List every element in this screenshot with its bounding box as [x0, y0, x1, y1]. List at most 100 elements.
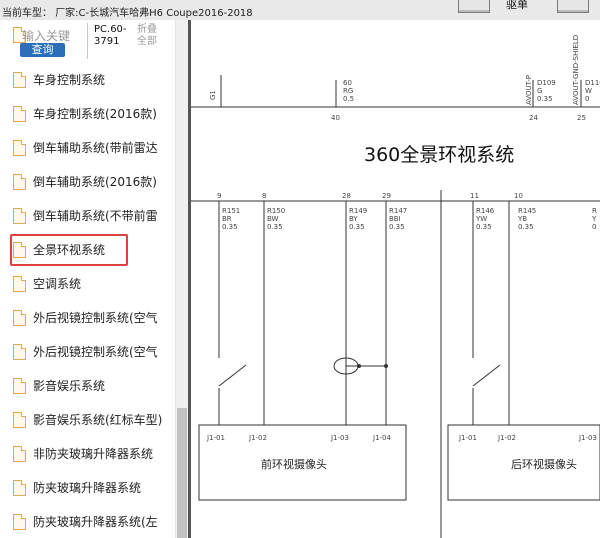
list-item[interactable]: 倒车辅助系统(2016款) — [0, 164, 175, 198]
box-right-pin-j1-01: J1-01 — [458, 434, 477, 442]
file-icon — [13, 276, 26, 292]
list-item-label: 倒车辅助系统(不带前雷 — [33, 209, 158, 223]
wire-r151-size: 0.35 — [222, 223, 238, 231]
top-label-avout-p: AVOUT-P — [525, 75, 533, 105]
list-item[interactable]: 外后视镜控制系统(空气 — [0, 334, 175, 368]
top-wire-d110-color: W — [585, 87, 592, 95]
pc-code: PC.60- 3791 — [94, 24, 127, 48]
wire-r145-code: R145 — [518, 207, 536, 215]
search-area: 输入关键 查询 PC.60- 3791 折叠 全部 — [0, 20, 175, 62]
list-item-label: 倒车辅助系统(带前雷达 — [33, 141, 158, 155]
pin-28: 28 — [342, 192, 351, 200]
list-item-label: 车身控制系统 — [33, 73, 106, 87]
list-item[interactable]: 外后视镜控制系统(空气 — [0, 300, 175, 334]
top-pin-24: 24 — [529, 114, 538, 122]
wiring-diagram: G1 60 RG 0.5 AVOUT-P AVOUT-GND-SHIELD D1… — [191, 20, 600, 538]
wire-r151-code: R151 — [222, 207, 240, 215]
list-item-label: 防夹玻璃升降器系统(左 — [33, 515, 158, 529]
list-item-label: 外后视镜控制系统(空气 — [33, 311, 158, 325]
wire-r145-color: YB — [517, 215, 527, 223]
wire-r151-color: BR — [222, 215, 232, 223]
wire-r146-color: YW — [475, 215, 487, 223]
file-icon — [13, 208, 26, 224]
wire-r150-code: R150 — [267, 207, 285, 215]
list-item[interactable]: 影音娱乐系统(红标车型) — [0, 402, 175, 436]
top-label-avout-gnd: AVOUT-GND-SHIELD — [572, 35, 580, 105]
top-wire-size: 0.5 — [343, 95, 354, 103]
wire-partial-code: R — [592, 207, 597, 215]
top-pin-40: 40 — [331, 114, 340, 122]
file-icon — [13, 174, 26, 190]
wire-r146-code: R146 — [476, 207, 495, 215]
divider — [87, 23, 88, 59]
wire-r147-size: 0.35 — [389, 223, 405, 231]
list-item[interactable]: 车身控制系统(2016款) — [0, 96, 175, 130]
front-camera-label: 前环视摄像头 — [261, 457, 327, 471]
file-icon — [13, 514, 26, 530]
pc-code-line1: PC.60- — [94, 24, 127, 35]
wire-partial-color: Y — [591, 215, 597, 223]
top-wire-d110-num: D110 — [585, 79, 600, 87]
search-input[interactable]: 输入关键 — [22, 27, 70, 44]
toolbar-button-2[interactable] — [557, 0, 589, 13]
box-right-pin-j1-03: J1-03 — [578, 434, 597, 442]
scrollbar[interactable] — [175, 20, 188, 538]
box-left-pin-j1-01: J1-01 — [206, 434, 225, 442]
wire-partial-size: 0 — [592, 223, 596, 231]
file-icon — [13, 140, 26, 156]
list-item[interactable]: 全景环视系统 — [0, 232, 175, 266]
list-item-label: 外后视镜控制系统(空气 — [33, 345, 158, 359]
list-item[interactable]: 倒车辅助系统(不带前雷 — [0, 198, 175, 232]
wire-r149-color: BY — [349, 215, 358, 223]
pin-9: 9 — [217, 192, 221, 200]
fold-line1: 折叠 — [137, 24, 157, 35]
rear-camera-label: 后环视摄像头 — [511, 457, 577, 471]
diagram-title: 360全景环视系统 — [364, 144, 514, 166]
sidebar: 输入关键 查询 PC.60- 3791 折叠 全部 车身控制系统车身控制系统(201… — [0, 20, 188, 538]
file-icon — [13, 72, 26, 88]
box-left-pin-j1-02: J1-02 — [248, 434, 267, 442]
wire-r150-size: 0.35 — [267, 223, 283, 231]
list-item-label: 非防夹玻璃升降器系统 — [33, 447, 154, 461]
file-icon — [13, 446, 26, 462]
system-list: 车身控制系统车身控制系统(2016款) 倒车辅助系统(带前雷达 倒车辅助系统(201… — [0, 62, 175, 538]
list-item-label: 影音娱乐系统 — [33, 379, 106, 393]
fold-all-button[interactable]: 折叠 全部 — [137, 24, 157, 48]
pin-11: 11 — [470, 192, 479, 200]
pin-10: 10 — [514, 192, 523, 200]
wire-r150-color: BW — [267, 215, 279, 223]
pin-8: 8 — [262, 192, 266, 200]
wire-r146-size: 0.35 — [476, 223, 492, 231]
toolbar-button[interactable] — [458, 0, 490, 13]
top-pin-25: 25 — [577, 114, 586, 122]
box-left-pin-j1-04: J1-04 — [372, 434, 391, 442]
wire-r147-color: BBI — [389, 215, 401, 223]
fold-line2: 全部 — [137, 36, 157, 47]
list-item-label: 倒车辅助系统(2016款) — [33, 175, 157, 189]
query-button[interactable]: 查询 — [20, 43, 65, 57]
list-item-label: 影音娱乐系统(红标车型) — [33, 413, 163, 427]
list-item-label: 防夹玻璃升降器系统 — [33, 481, 142, 495]
list-item-label: 车身控制系统(2016款) — [33, 107, 157, 121]
top-wire-d110-size: 0 — [585, 95, 589, 103]
list-item[interactable]: 非防夹玻璃升降器系统 — [0, 436, 175, 470]
vehicle-name: 厂家:C-长城汽车哈弗H6 Coupe2016-2018 — [55, 8, 253, 19]
list-item[interactable]: 空调系统 — [0, 266, 175, 300]
vehicle-info: 当前车型： 厂家:C-长城汽车哈弗H6 Coupe2016-2018 — [2, 4, 253, 19]
pc-code-line2: 3791 — [94, 36, 120, 47]
list-item[interactable]: 影音娱乐系统 — [0, 368, 175, 402]
list-item[interactable]: 防夹玻璃升降器系统(左 — [0, 504, 175, 538]
diagram-svg: G1 60 RG 0.5 AVOUT-P AVOUT-GND-SHIELD D1… — [191, 35, 600, 538]
pin-29: 29 — [382, 192, 391, 200]
file-icon — [13, 378, 26, 394]
scrollbar-thumb[interactable] — [177, 408, 187, 538]
wire-r147-code: R147 — [389, 207, 407, 215]
list-item[interactable]: 倒车辅助系统(带前雷达 — [0, 130, 175, 164]
top-bar: 当前车型： 厂家:C-长城汽车哈弗H6 Coupe2016-2018 驱单 — [0, 0, 600, 21]
toolbar-button-label[interactable]: 驱单 — [506, 0, 528, 12]
wire-r145-size: 0.35 — [518, 223, 534, 231]
wire-r149-size: 0.35 — [349, 223, 365, 231]
file-icon — [13, 106, 26, 122]
list-item[interactable]: 防夹玻璃升降器系统 — [0, 470, 175, 504]
list-item[interactable]: 车身控制系统 — [0, 62, 175, 96]
